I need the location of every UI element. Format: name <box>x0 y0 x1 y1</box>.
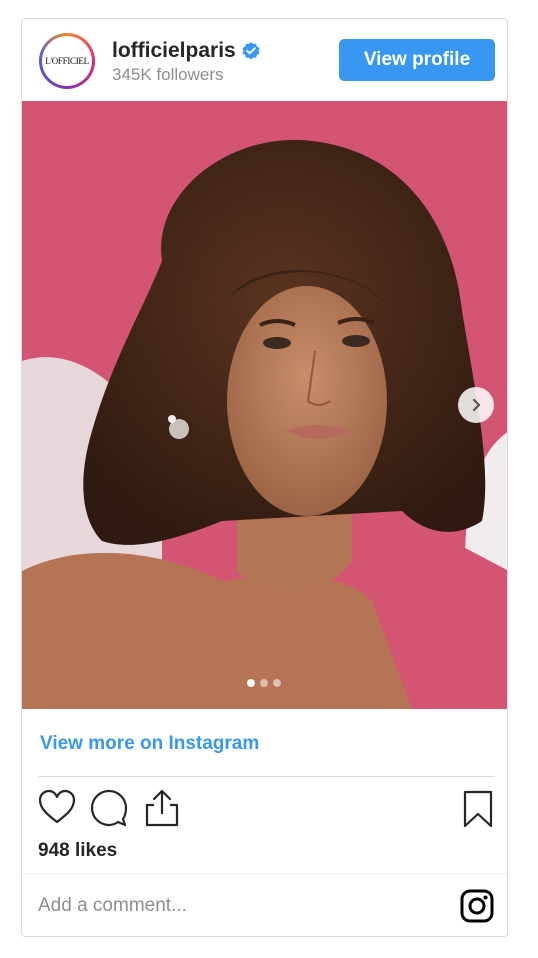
like-count: 948 likes <box>38 840 118 861</box>
comment-icon[interactable] <box>90 789 128 827</box>
verified-badge-icon <box>242 42 260 60</box>
share-icon[interactable] <box>144 789 180 827</box>
carousel-dot <box>273 679 281 687</box>
avatar-inner: L'OFFICIEL <box>42 36 92 86</box>
instagram-icon[interactable] <box>460 889 494 923</box>
avatar[interactable]: L'OFFICIEL <box>39 33 95 89</box>
view-profile-button[interactable]: View profile <box>339 39 495 81</box>
carousel-indicator <box>247 679 281 687</box>
avatar-logo-text: L'OFFICIEL <box>45 56 89 66</box>
post-image[interactable] <box>22 101 507 709</box>
post-header: L'OFFICIEL lofficielparis 345K followers… <box>22 19 507 101</box>
instagram-embed-card: L'OFFICIEL lofficielparis 345K followers… <box>21 18 508 937</box>
view-more-link[interactable]: View more on Instagram <box>40 733 259 755</box>
divider <box>38 776 495 777</box>
divider <box>22 873 507 874</box>
heart-icon[interactable] <box>38 789 76 825</box>
chevron-right-icon <box>472 398 481 412</box>
portrait-photo <box>22 101 507 709</box>
next-slide-button[interactable] <box>458 387 494 423</box>
comment-input[interactable]: Add a comment... <box>38 895 187 917</box>
username-link[interactable]: lofficielparis <box>112 39 236 63</box>
bookmark-icon[interactable] <box>462 789 494 829</box>
follower-count: 345K followers <box>112 65 224 84</box>
carousel-dot <box>247 679 255 687</box>
carousel-dot <box>260 679 268 687</box>
action-bar <box>36 789 496 829</box>
username-row: lofficielparis <box>112 39 260 63</box>
